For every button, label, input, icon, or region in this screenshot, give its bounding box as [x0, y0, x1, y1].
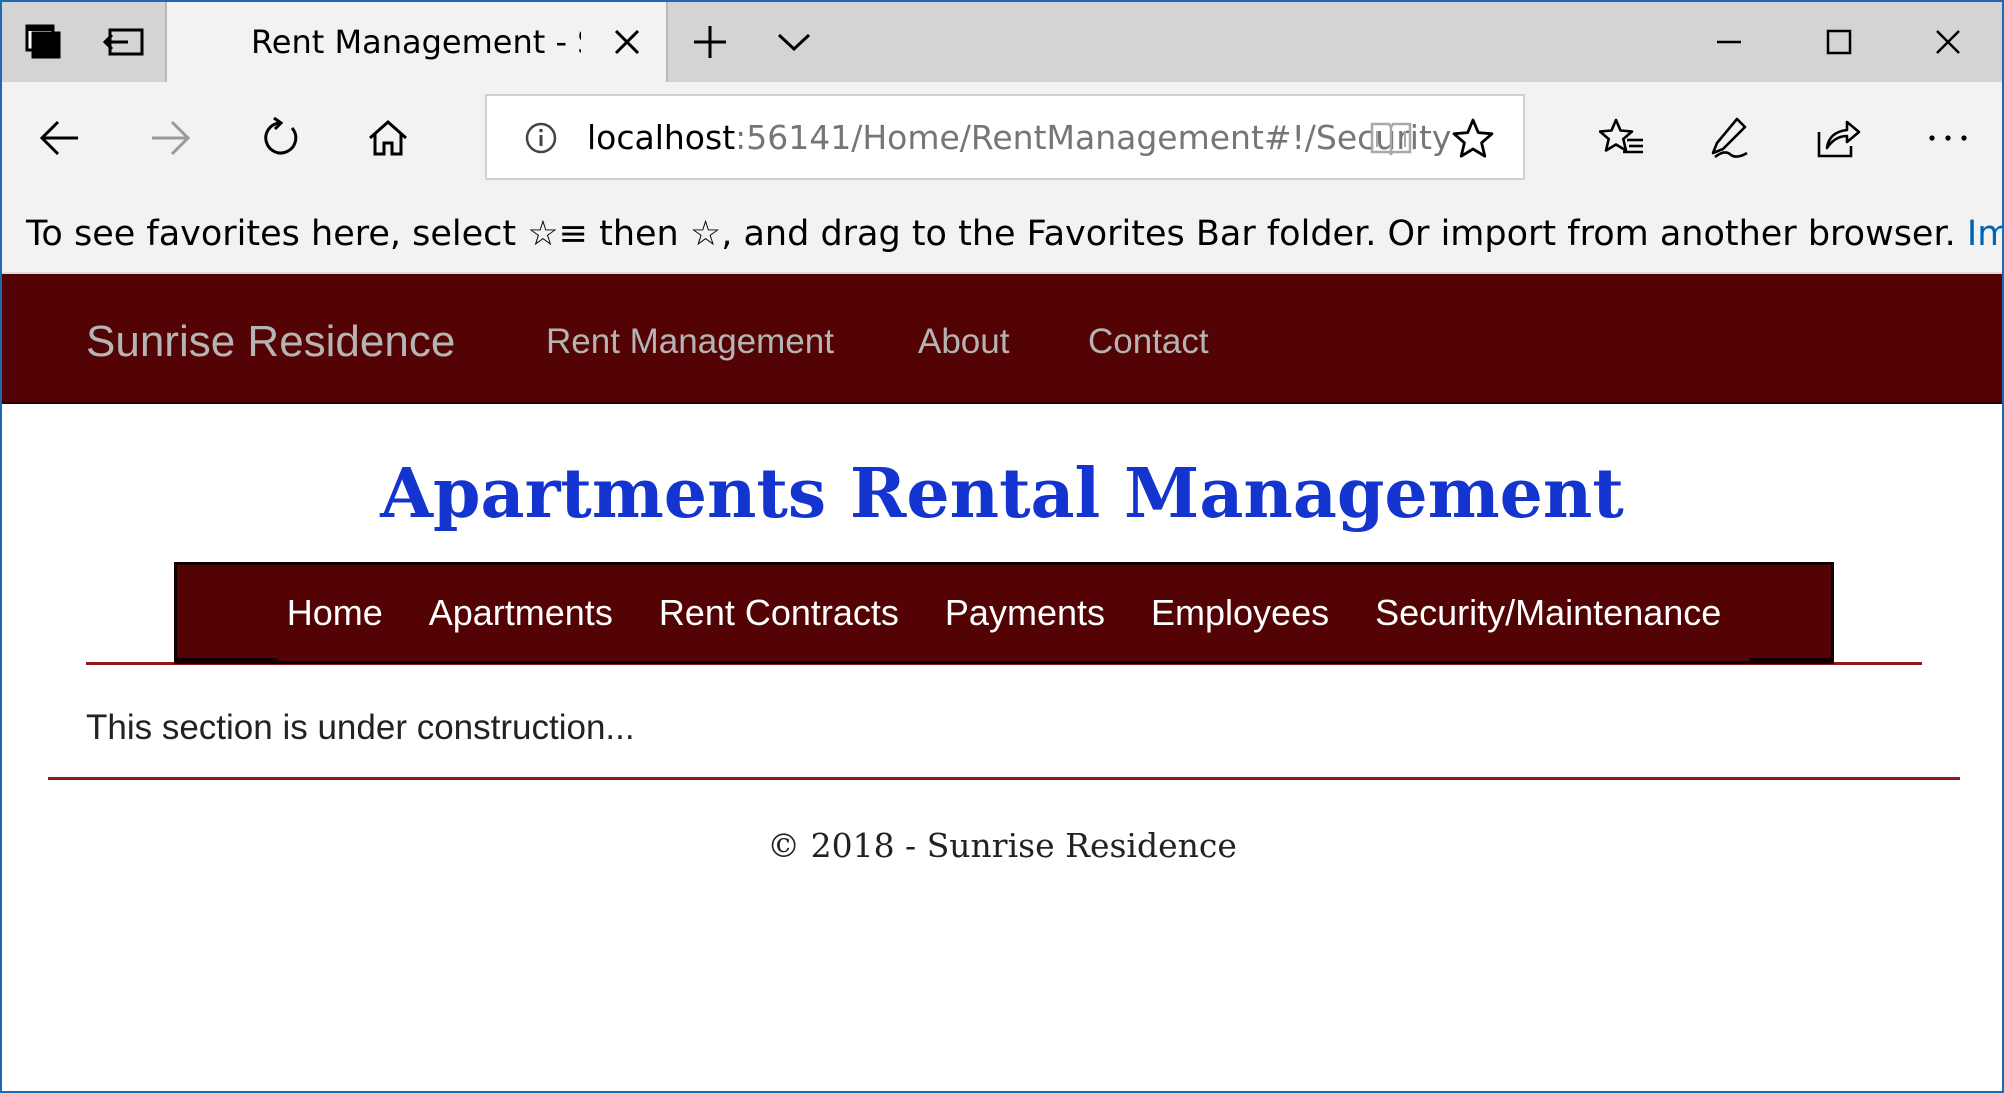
- browser-toolbar: localhost:56141/Home/RentManagement#!/Se…: [2, 82, 2002, 194]
- home-icon[interactable]: [356, 106, 420, 170]
- maximize-icon[interactable]: [1784, 2, 1894, 82]
- nav-rent-management[interactable]: Rent Management: [546, 318, 834, 366]
- favorites-bar: To see favorites here, select ☆≡ then ☆,…: [2, 194, 2002, 274]
- share-icon[interactable]: [1806, 106, 1870, 170]
- favorites-hub-icon[interactable]: [1590, 106, 1654, 170]
- menu-item-apartments[interactable]: Apartments: [429, 589, 613, 637]
- menu-border-left: [174, 658, 278, 662]
- menu-item-security-maintenance[interactable]: Security/Maintenance: [1375, 589, 1721, 637]
- page-title: Apartments Rental Management: [380, 454, 1624, 534]
- import-favorites-link[interactable]: Import favorites: [1967, 214, 2002, 254]
- active-tab[interactable]: Rent Management - Sunrise Residence: [165, 2, 668, 82]
- close-window-icon[interactable]: [1894, 2, 2002, 82]
- favorites-bar-message: To see favorites here, select ☆≡ then ☆,…: [26, 210, 2002, 258]
- star-icon[interactable]: [1449, 116, 1497, 160]
- footer-copyright: © 2018 - Sunrise Residence: [767, 826, 1237, 865]
- more-icon[interactable]: [1916, 106, 1980, 170]
- nav-contact[interactable]: Contact: [1088, 318, 1209, 366]
- tab-title: Rent Management - Sunrise Residence: [251, 23, 581, 61]
- url-text[interactable]: localhost:56141/Home/RentManagement#!/Se…: [587, 114, 1451, 162]
- favorites-hub-glyph-icon: ☆≡: [527, 214, 588, 254]
- site-brand[interactable]: Sunrise Residence: [86, 314, 455, 370]
- section-menu: Home Apartments Rent Contracts Payments …: [174, 562, 1834, 664]
- menu-item-payments[interactable]: Payments: [945, 589, 1105, 637]
- refresh-icon[interactable]: [248, 106, 312, 170]
- favorites-message-start: To see favorites here, select: [26, 214, 528, 254]
- content-message: This section is under construction...: [86, 708, 635, 747]
- back-arrow-icon[interactable]: [28, 106, 92, 170]
- info-icon[interactable]: [519, 116, 563, 160]
- menu-item-rent-contracts[interactable]: Rent Contracts: [659, 589, 899, 637]
- menu-border-right: [1750, 658, 1834, 662]
- pen-icon[interactable]: [1698, 106, 1762, 170]
- menu-item-employees[interactable]: Employees: [1151, 589, 1329, 637]
- set-aside-tabs-icon[interactable]: [84, 2, 164, 82]
- browser-window: Rent Management - Sunrise Residence: [0, 0, 2004, 1093]
- address-bar[interactable]: localhost:56141/Home/RentManagement#!/Se…: [485, 94, 1525, 180]
- minimize-icon[interactable]: [1674, 2, 1784, 82]
- forward-arrow-icon[interactable]: [138, 106, 202, 170]
- new-tab-plus-icon[interactable]: [670, 2, 750, 82]
- close-tab-icon[interactable]: [607, 22, 647, 62]
- reading-view-icon[interactable]: [1367, 116, 1415, 160]
- favorites-message-mid: then ☆, and drag to the Favorites Bar fo…: [587, 214, 1967, 254]
- url-host: localhost: [587, 118, 736, 157]
- site-navbar: Sunrise Residence Rent Management About …: [2, 274, 2002, 404]
- menu-item-home[interactable]: Home: [287, 589, 383, 637]
- url-path: :56141/Home/RentManagement#!/Security: [735, 118, 1452, 157]
- footer-divider: [48, 777, 1960, 780]
- nav-about[interactable]: About: [918, 318, 1009, 366]
- title-bar: Rent Management - Sunrise Residence: [2, 2, 2002, 82]
- chevron-down-icon[interactable]: [754, 2, 834, 82]
- tab-manager-icon[interactable]: [2, 2, 84, 82]
